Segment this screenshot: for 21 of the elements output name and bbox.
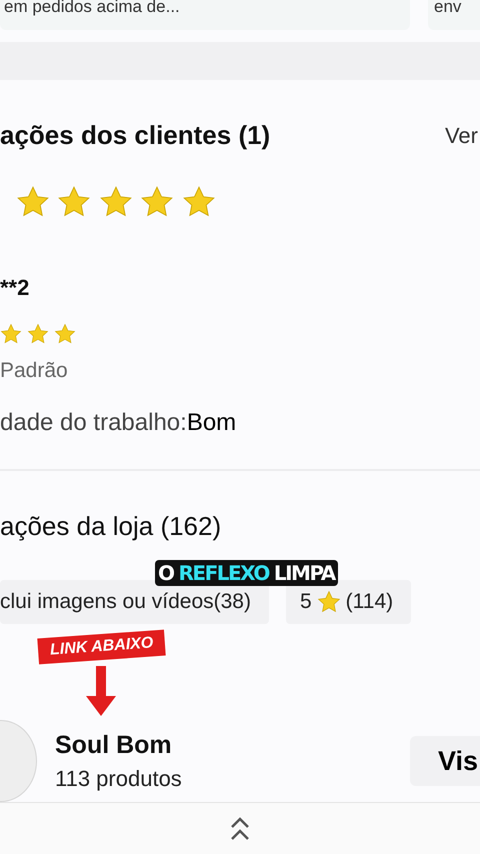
section-title: ações da loja (162) xyxy=(0,511,222,542)
star-icon xyxy=(26,323,49,346)
filter-chip[interactable]: clui imagens ou vídeos(38) xyxy=(0,580,269,624)
star-icon xyxy=(0,323,22,346)
product-count: 113 produtos xyxy=(55,766,183,792)
link-badge: LINK ABAIXO xyxy=(37,630,166,664)
see-all-link[interactable]: Ver xyxy=(444,122,480,149)
promo-card[interactable]: env xyxy=(428,0,480,30)
reviewer-name: **2 xyxy=(0,275,30,302)
promo-card[interactable]: em pedidos acima de... xyxy=(0,0,410,30)
filter-chip[interactable]: 5 (114) xyxy=(286,580,412,624)
star-icon xyxy=(316,590,341,614)
review-text: dade do trabalho:Bom xyxy=(0,409,238,438)
down-arrow-icon xyxy=(84,666,118,716)
visit-button[interactable]: Vis xyxy=(410,736,480,786)
section-title: ações dos clientes (1) xyxy=(0,120,270,152)
double-chevron-up-icon[interactable] xyxy=(229,816,251,842)
store-name: Soul Bom xyxy=(55,730,173,760)
video-caption: O REFLEXO LIMPA xyxy=(155,560,338,586)
star-icon xyxy=(54,323,76,346)
product-variant: Padrão xyxy=(0,359,69,384)
